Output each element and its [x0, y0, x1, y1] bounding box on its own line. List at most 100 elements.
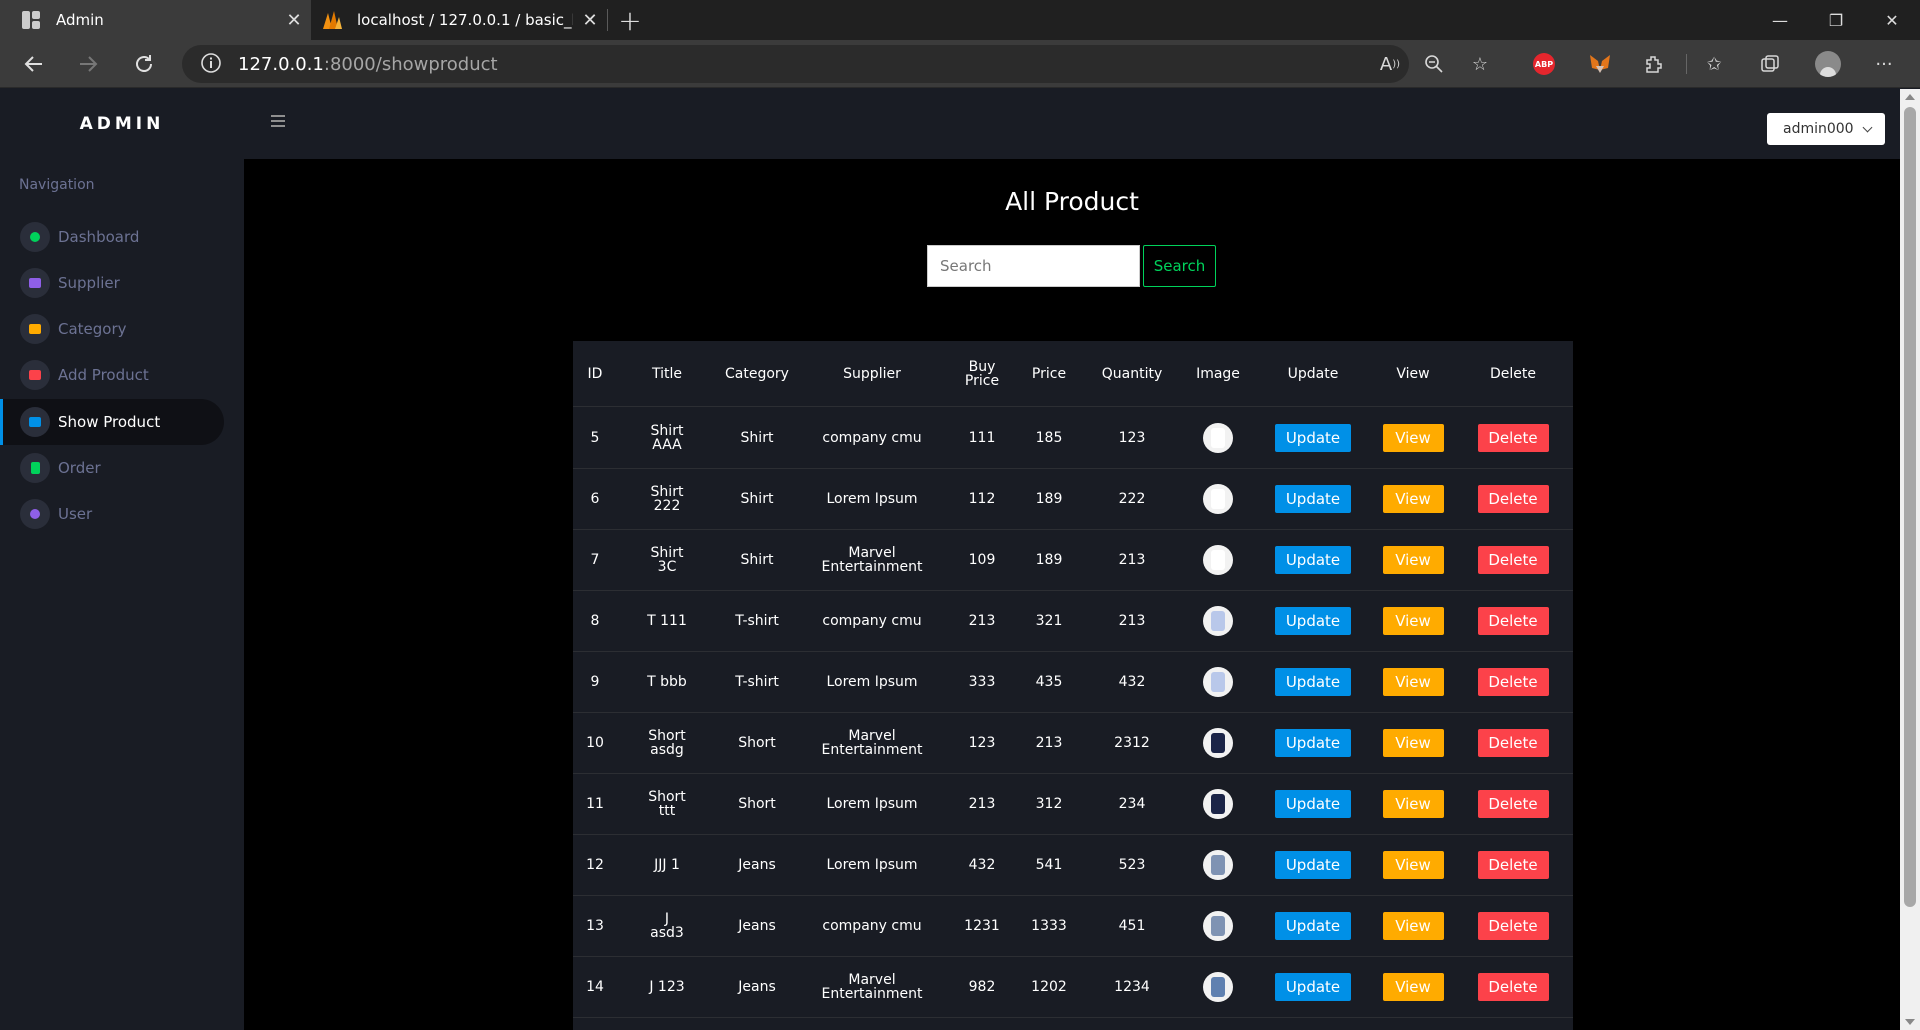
cell-title: Shirt 222: [650, 484, 684, 514]
delete-cell: Delete: [1453, 957, 1573, 1017]
cell-price: 185: [1035, 430, 1063, 446]
cell-supplier: Marvel Entertainment: [821, 545, 923, 575]
update-button[interactable]: Update: [1275, 851, 1351, 879]
cell-qty: 2312: [1114, 735, 1150, 751]
delete-button[interactable]: Delete: [1477, 546, 1549, 574]
delete-button[interactable]: Delete: [1477, 668, 1549, 696]
profile-avatar-icon[interactable]: [1810, 46, 1846, 82]
sidebar-item-show-product[interactable]: Show Product: [0, 399, 224, 445]
delete-button[interactable]: Delete: [1477, 790, 1549, 818]
close-icon[interactable]: ✕: [573, 10, 607, 31]
sidebar-item-supplier[interactable]: Supplier: [0, 260, 224, 306]
view-button[interactable]: View: [1382, 729, 1444, 757]
more-menu-icon[interactable]: ···: [1866, 46, 1902, 82]
zoom-out-icon[interactable]: [1416, 46, 1452, 82]
cell-price: 321: [1035, 613, 1063, 629]
cell-category: Jeans: [738, 918, 776, 934]
cell-id: 7: [590, 552, 600, 568]
layers-icon: [20, 407, 50, 437]
extensions-icon[interactable]: [1636, 46, 1672, 82]
product-table: ID Title Category Supplier Buy Price Price Qua…: [573, 341, 1573, 1030]
cell-category: Shirt: [740, 430, 774, 446]
product-thumbnail: [1203, 789, 1233, 819]
view-button[interactable]: View: [1382, 973, 1444, 1001]
cell-buy: 112: [968, 491, 996, 507]
view-button[interactable]: View: [1382, 790, 1444, 818]
metamask-icon[interactable]: [1582, 46, 1618, 82]
delete-button[interactable]: Delete: [1477, 485, 1549, 513]
view-button[interactable]: View: [1382, 546, 1444, 574]
collections-icon[interactable]: [1752, 46, 1788, 82]
update-button[interactable]: Update: [1275, 668, 1351, 696]
info-icon[interactable]: [200, 52, 224, 76]
update-button[interactable]: Update: [1275, 790, 1351, 818]
delete-button[interactable]: Delete: [1477, 851, 1549, 879]
brand-logo[interactable]: ADMIN: [0, 89, 244, 159]
scrollbar-thumb[interactable]: [1904, 107, 1916, 907]
delete-button[interactable]: Delete: [1477, 912, 1549, 940]
sidebar-item-category[interactable]: Category: [0, 306, 224, 352]
cell-price: 541: [1035, 857, 1063, 873]
menu-toggle-icon[interactable]: [271, 115, 285, 127]
update-button[interactable]: Update: [1275, 424, 1351, 452]
update-cell: Update: [1253, 408, 1373, 468]
cell-qty: 213: [1118, 613, 1146, 629]
scroll-up-icon[interactable]: [1905, 94, 1915, 100]
scroll-down-icon[interactable]: [1905, 1019, 1915, 1025]
view-button[interactable]: View: [1382, 851, 1444, 879]
view-button[interactable]: View: [1382, 607, 1444, 635]
cell-category: Jeans: [738, 979, 776, 995]
update-cell: Update: [1253, 652, 1373, 712]
forward-icon[interactable]: [68, 44, 108, 84]
read-aloud-icon[interactable]: A)): [1372, 46, 1408, 82]
adblock-icon[interactable]: ABP: [1526, 46, 1562, 82]
search-button[interactable]: Search: [1143, 245, 1216, 287]
delete-button[interactable]: Delete: [1477, 973, 1549, 1001]
restore-icon[interactable]: ❐: [1808, 0, 1864, 40]
sidebar-item-add-product[interactable]: Add Product: [0, 352, 224, 398]
sidebar-item-dashboard[interactable]: Dashboard: [0, 214, 224, 260]
window-close-icon[interactable]: ✕: [1864, 0, 1920, 40]
view-button[interactable]: View: [1382, 424, 1444, 452]
favorites-icon[interactable]: ✩: [1696, 46, 1732, 82]
update-button[interactable]: Update: [1275, 912, 1351, 940]
update-cell: Update: [1253, 896, 1373, 956]
new-tab-icon[interactable]: +: [612, 0, 648, 40]
search-input[interactable]: [927, 245, 1140, 287]
view-button[interactable]: View: [1382, 912, 1444, 940]
back-icon[interactable]: [14, 44, 54, 84]
refresh-icon[interactable]: [124, 44, 164, 84]
add-favorite-icon[interactable]: ☆: [1462, 46, 1498, 82]
cell-supplier: company cmu: [822, 918, 922, 934]
cell-price: 189: [1035, 552, 1063, 568]
delete-button[interactable]: Delete: [1477, 424, 1549, 452]
url-field[interactable]: 127.0.0.1:8000/showproduct: [182, 45, 1409, 83]
page-scrollbar[interactable]: [1900, 89, 1920, 1030]
view-cell: View: [1373, 713, 1453, 773]
user-dropdown[interactable]: admin000: [1767, 113, 1885, 145]
update-button[interactable]: Update: [1275, 973, 1351, 1001]
minimize-icon[interactable]: —: [1752, 0, 1808, 40]
delete-button[interactable]: Delete: [1477, 607, 1549, 635]
image-cell: [1183, 530, 1253, 590]
table-row: 11 Short ttt Short Lorem Ipsum 213 312 234 Upda…: [573, 774, 1573, 835]
product-thumbnail: [1203, 423, 1233, 453]
delete-button[interactable]: Delete: [1477, 729, 1549, 757]
update-button[interactable]: Update: [1275, 546, 1351, 574]
sidebar-item-order[interactable]: Order: [0, 445, 224, 491]
tab-admin[interactable]: Admin ✕: [0, 0, 311, 40]
tab-phpmyadmin[interactable]: localhost / 127.0.0.1 / basic_larav ✕: [311, 0, 607, 40]
delete-cell: Delete: [1453, 652, 1573, 712]
image-cell: [1183, 408, 1253, 468]
sidebar: ADMIN Navigation Dashboard Supplier Cate…: [0, 89, 244, 1030]
view-button[interactable]: View: [1382, 668, 1444, 696]
update-button[interactable]: Update: [1275, 607, 1351, 635]
view-button[interactable]: View: [1382, 485, 1444, 513]
sidebar-item-user[interactable]: User: [0, 491, 224, 537]
close-icon[interactable]: ✕: [277, 10, 311, 31]
update-button[interactable]: Update: [1275, 485, 1351, 513]
update-button[interactable]: Update: [1275, 729, 1351, 757]
url-path: :8000/showproduct: [323, 53, 498, 75]
address-bar: 127.0.0.1:8000/showproduct A)) ☆ ABP ✩ ·…: [0, 40, 1920, 88]
view-cell: View: [1373, 896, 1453, 956]
